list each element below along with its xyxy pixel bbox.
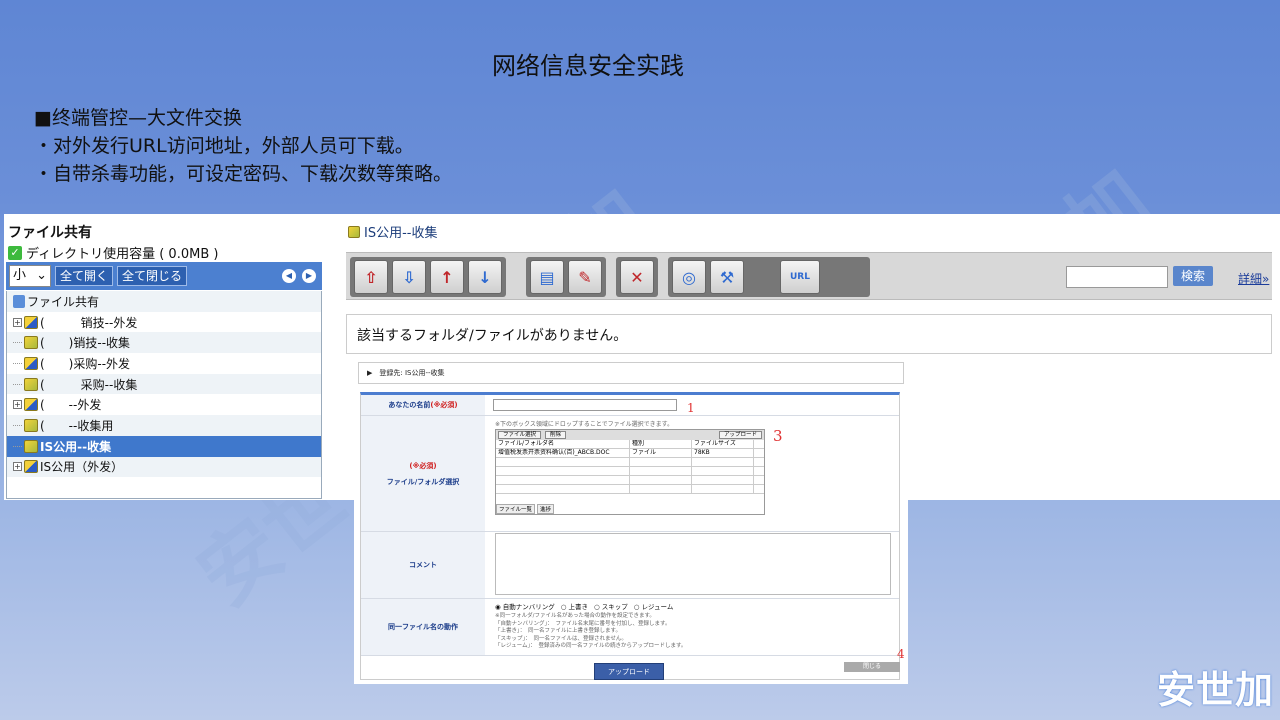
folder-icon bbox=[24, 356, 38, 370]
size-select[interactable]: 小 ⌄ bbox=[9, 265, 51, 287]
destination-header: ▶ 登録先: IS公用--收集 bbox=[358, 362, 904, 384]
annotation-mark: 4 bbox=[897, 647, 905, 661]
table-row[interactable]: 增值税发票开票资料确认(百)_ABCB.DOC ファイル 78KB bbox=[496, 449, 764, 458]
radio-resume[interactable]: ○ レジューム bbox=[634, 601, 674, 611]
sidebar-title: ファイル共有 bbox=[8, 225, 92, 241]
detail-link[interactable]: 詳細» bbox=[1238, 270, 1269, 287]
file-label: (※必須) ファイル/フォルダ選択 bbox=[361, 416, 485, 531]
folder-icon bbox=[24, 439, 38, 453]
sidebar-toolbar: 小 ⌄ 全て開く 全て閉じる ◀ ▶ bbox=[6, 262, 322, 290]
breadcrumb-label: IS公用--收集 bbox=[364, 226, 438, 241]
collapse-all-button[interactable]: 全て閉じる bbox=[117, 266, 188, 286]
tree-item[interactable]: + ( --外发 bbox=[7, 394, 321, 415]
tab-progress[interactable]: 進捗 bbox=[537, 504, 555, 514]
usage-text: ディレクトリ使用容量 ( 0.0MB ) bbox=[26, 247, 219, 262]
name-label: あなたの名前(※必須) bbox=[361, 395, 485, 415]
bullet-1: ・对外发行URL访问地址，外部人员可下载。 bbox=[34, 135, 414, 157]
tree-item[interactable]: ( --收集用 bbox=[7, 415, 321, 436]
folder-icon bbox=[24, 418, 38, 432]
tree-root[interactable]: ファイル共有 bbox=[7, 291, 321, 312]
arrow-right-icon[interactable]: ▶ bbox=[302, 269, 316, 283]
rename-folder-icon[interactable]: ✎ bbox=[568, 260, 602, 294]
arrow-left-icon[interactable]: ◀ bbox=[282, 269, 296, 283]
chevron-down-icon: ⌄ bbox=[36, 268, 47, 283]
radio-overwrite[interactable]: ○ 上書き bbox=[561, 601, 588, 611]
expand-icon[interactable]: + bbox=[13, 317, 22, 327]
form-grid: あなたの名前(※必須) 1 (※必須) ファイル/フォルダ選択 ※下のボックス領… bbox=[360, 392, 905, 680]
tree-item[interactable]: + IS公用（外发） bbox=[7, 456, 321, 478]
tree-item-label: IS公用（外发） bbox=[40, 460, 124, 475]
delete-icon[interactable]: ✕ bbox=[620, 260, 654, 294]
folder-tree: ファイル共有 + ( 销技--外发 ( )销技--收集 ( )采购--外发 ( … bbox=[6, 291, 322, 499]
url-icon[interactable]: URL bbox=[780, 260, 820, 294]
tree-item-label: ( --收集用 bbox=[40, 418, 114, 433]
comment-textarea[interactable] bbox=[495, 533, 891, 595]
upload-icon[interactable]: ⇧ bbox=[354, 260, 388, 294]
tree-item[interactable]: ( )采购--外发 bbox=[7, 353, 321, 374]
tree-item-label: ( 销技--外发 bbox=[40, 315, 138, 330]
tree-item-label: ( 采购--收集 bbox=[40, 377, 138, 392]
same-name-options: ◉ 自動ナンバリング ○ 上書き ○ スキップ ○ レジューム bbox=[495, 601, 673, 611]
table-header: ファイル/フォルダ名 種別 ファイルサイズ bbox=[496, 440, 764, 449]
select-file-button[interactable]: ファイル選択 bbox=[498, 431, 542, 439]
slide-title: 网络信息安全实践 bbox=[492, 52, 684, 80]
check-icon: ✓ bbox=[8, 245, 22, 260]
share-root-icon bbox=[13, 294, 25, 308]
usage-indicator: ✓ ディレクトリ使用容量 ( 0.0MB ) bbox=[8, 243, 218, 262]
tree-item-label: ( --外发 bbox=[40, 398, 102, 413]
move-down-icon[interactable]: ↓ bbox=[468, 260, 502, 294]
folder-icon bbox=[24, 398, 38, 412]
size-select-value: 小 bbox=[13, 268, 27, 283]
radio-auto-number[interactable]: ◉ 自動ナンバリング bbox=[495, 601, 555, 611]
tab-file-list[interactable]: ファイル一覧 bbox=[496, 504, 536, 514]
search-input[interactable] bbox=[1066, 266, 1168, 288]
empty-message: 該当するフォルダ/ファイルがありません。 bbox=[346, 314, 1272, 354]
expand-icon[interactable]: + bbox=[13, 462, 22, 472]
radio-skip[interactable]: ○ スキップ bbox=[594, 601, 628, 611]
tree-item-selected[interactable]: IS公用--收集 bbox=[7, 435, 321, 457]
slide-heading: ■终端管控—大文件交换 bbox=[34, 107, 242, 129]
upload-form: ▶ 登録先: IS公用--收集 あなたの名前(※必須) 1 (※必須) ファイル… bbox=[354, 360, 908, 684]
tree-item[interactable]: + ( 销技--外发 bbox=[7, 312, 321, 333]
upload-small-button[interactable]: アップロード bbox=[718, 431, 762, 439]
expand-icon[interactable]: + bbox=[13, 400, 22, 410]
folder-icon bbox=[24, 336, 38, 350]
move-up-icon[interactable]: ↑ bbox=[430, 260, 464, 294]
tree-item-label: ( )采购--外发 bbox=[40, 356, 131, 371]
same-name-label: 同一ファイル名の動作 bbox=[361, 599, 485, 655]
upload-button[interactable]: アップロード bbox=[594, 663, 664, 680]
delete-file-button[interactable]: 削除 bbox=[545, 431, 567, 439]
tree-item-label: ( )销技--收集 bbox=[40, 336, 131, 351]
tree-item[interactable]: ( 采购--收集 bbox=[7, 373, 321, 395]
name-field[interactable] bbox=[493, 399, 677, 411]
breadcrumb: IS公用--收集 bbox=[348, 222, 437, 241]
tree-item[interactable]: ( )销技--收集 bbox=[7, 332, 321, 354]
expand-all-button[interactable]: 全て開く bbox=[55, 266, 114, 286]
drop-hint: ※下のボックス領域にドロップすることでファイル選択できます。 bbox=[495, 421, 674, 428]
new-folder-icon[interactable]: ▤ bbox=[530, 260, 564, 294]
close-button[interactable]: 閉じる bbox=[844, 662, 900, 672]
sidebar: ファイル共有 ✓ ディレクトリ使用容量 ( 0.0MB ) 小 ⌄ 全て開く 全… bbox=[4, 214, 324, 500]
folder-icon bbox=[24, 460, 38, 474]
annotation-mark: 3 bbox=[773, 427, 783, 445]
tree-item-label: IS公用--收集 bbox=[40, 439, 112, 454]
file-table[interactable]: ファイル選択 削除 アップロード ファイル/フォルダ名 種別 ファイルサイズ 增… bbox=[495, 429, 765, 515]
bullet-2: ・自带杀毒功能，可设定密码、下载次数等策略。 bbox=[34, 163, 453, 185]
folder-icon bbox=[348, 225, 360, 238]
download-icon[interactable]: ⇩ bbox=[392, 260, 426, 294]
settings-icon[interactable]: ⚒ bbox=[710, 260, 744, 294]
policy-text: ※同一フォルダ/ファイル名があった場合の動作を設定できます。 「自動ナンバリング… bbox=[495, 613, 687, 649]
tree-root-label: ファイル共有 bbox=[27, 294, 100, 309]
search-button[interactable]: 検索 bbox=[1173, 266, 1213, 286]
notify-icon[interactable]: ◎ bbox=[672, 260, 706, 294]
slide-bullets: ■终端管控—大文件交换 ・对外发行URL访问地址，外部人员可下载。 ・自带杀毒功… bbox=[34, 104, 452, 188]
folder-icon bbox=[24, 377, 38, 391]
annotation-mark: 1 bbox=[687, 401, 695, 415]
brand-logo: 安世加 bbox=[1156, 668, 1274, 712]
comment-label: コメント bbox=[361, 532, 485, 598]
folder-icon bbox=[24, 315, 38, 329]
